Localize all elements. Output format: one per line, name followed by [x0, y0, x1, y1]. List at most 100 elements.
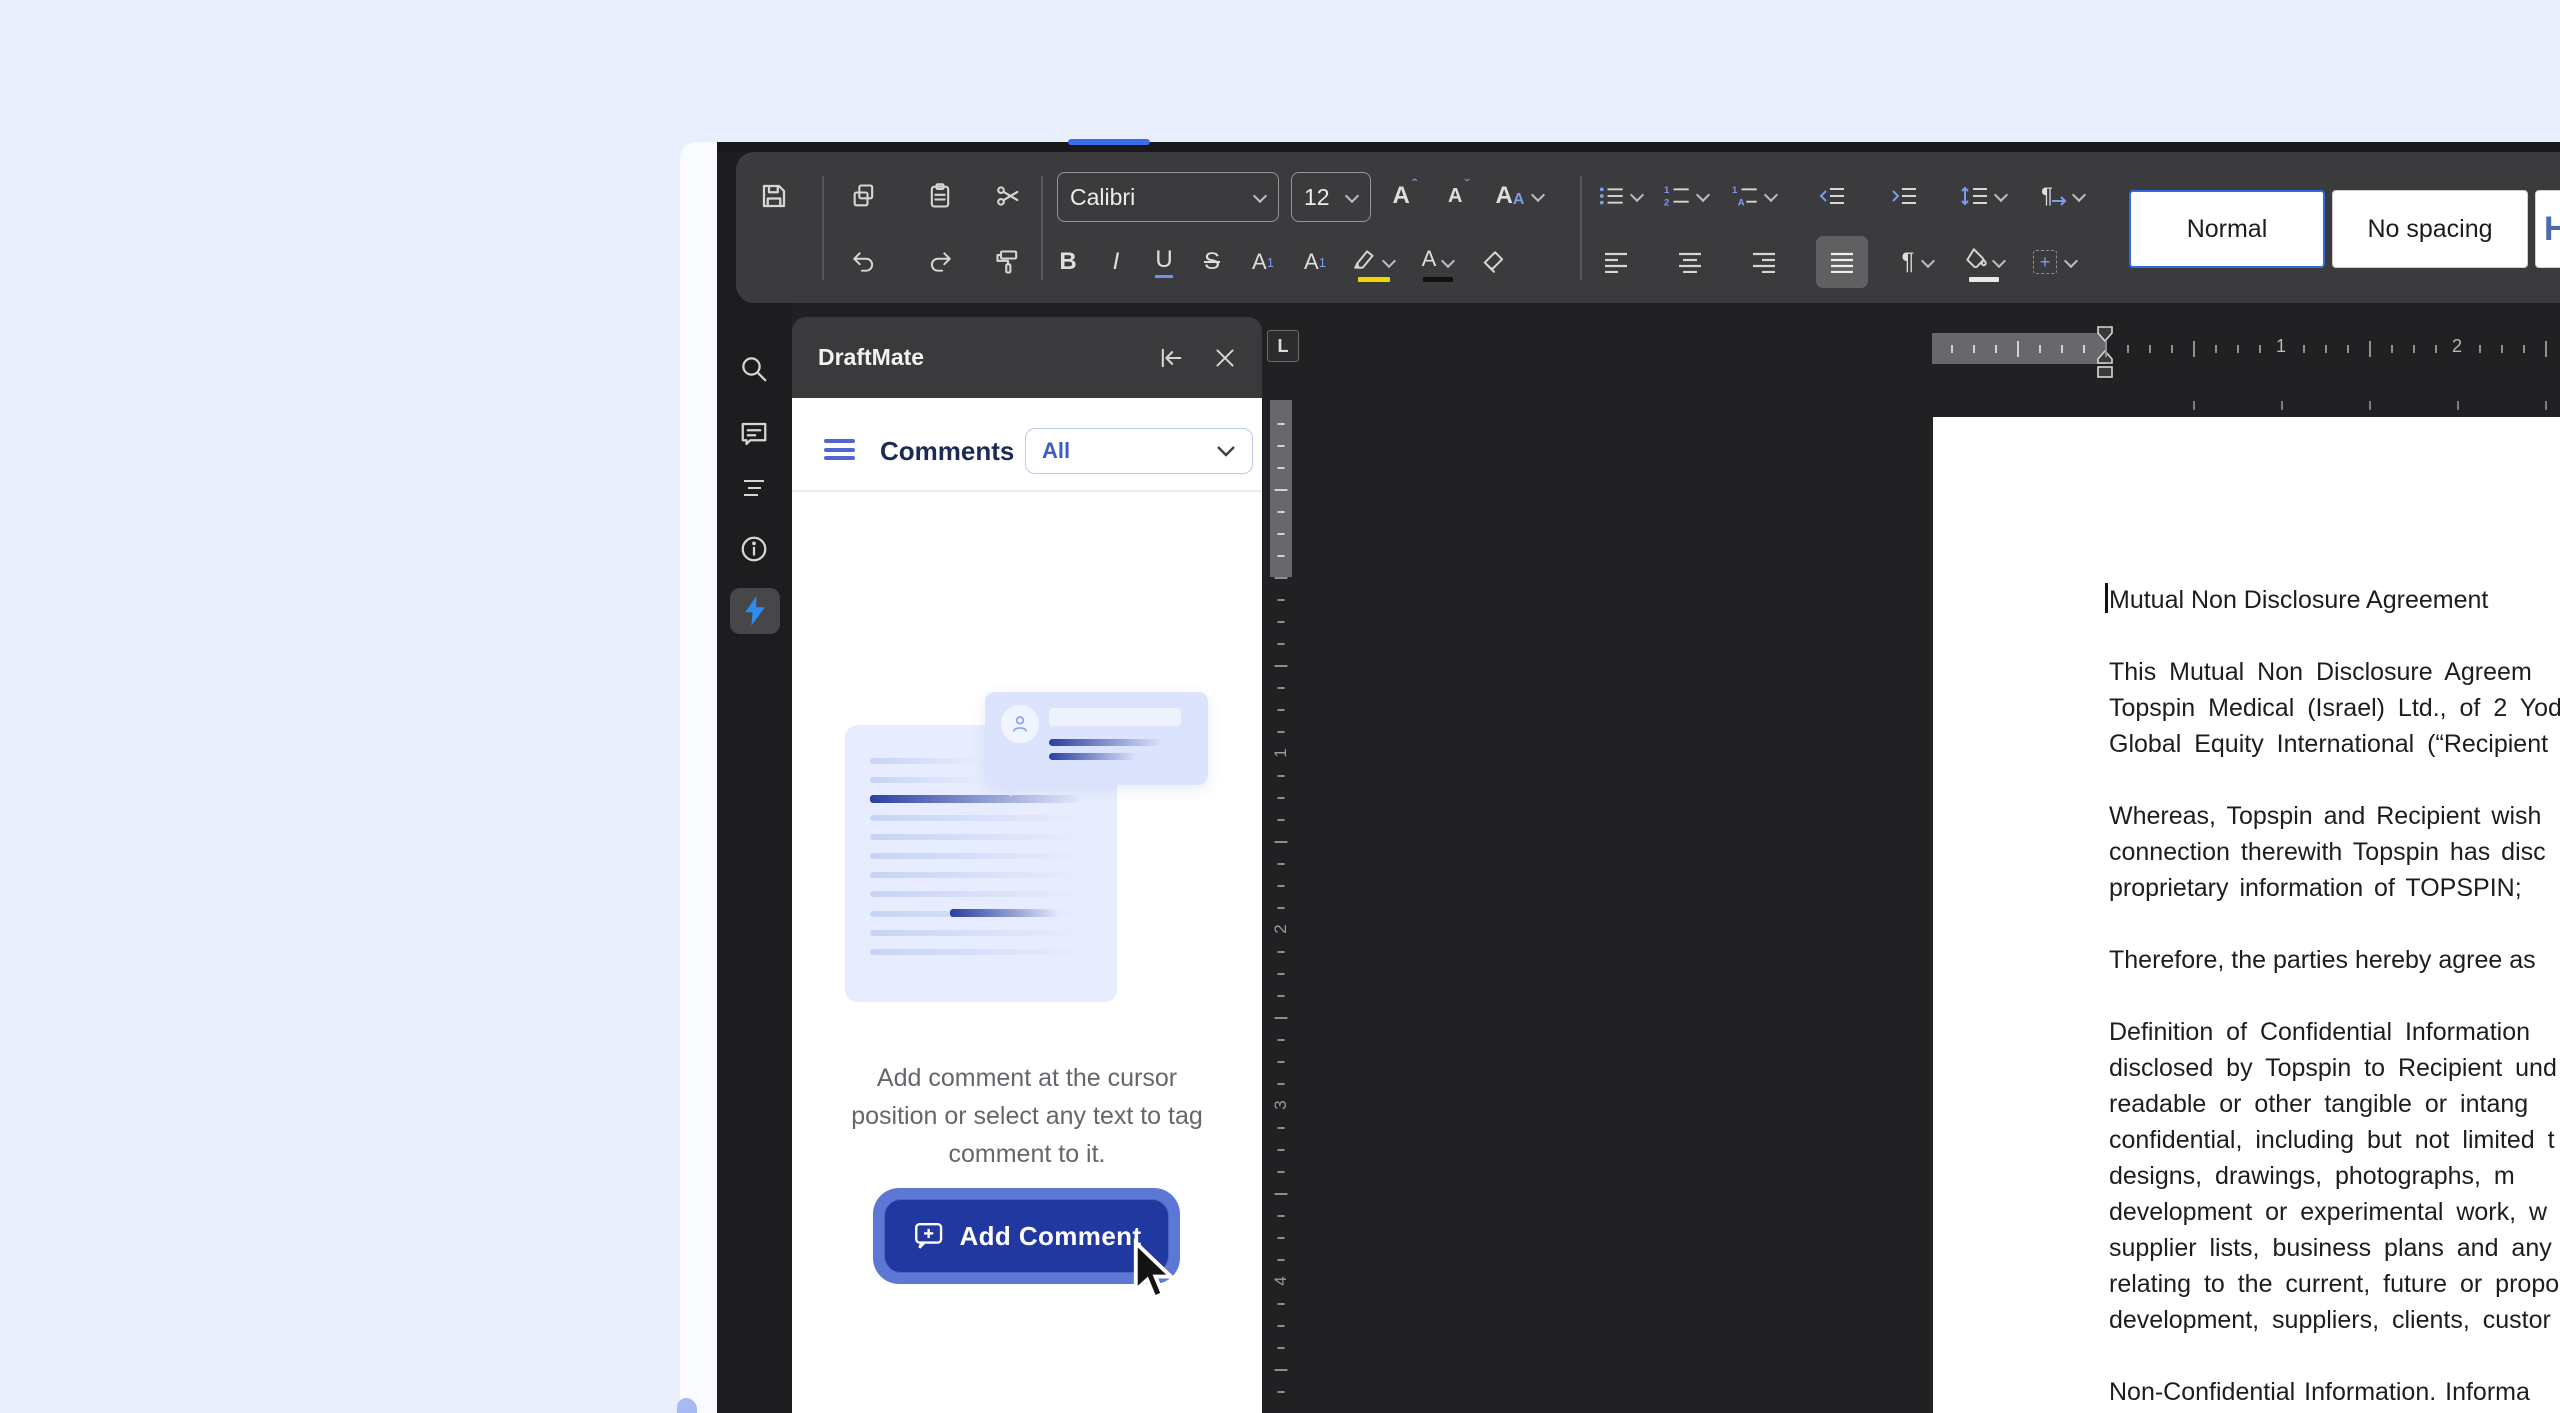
scissors-icon: [994, 182, 1022, 210]
ruler-tick: [2237, 345, 2239, 353]
copy-icon: [850, 182, 878, 210]
style-label: H: [2544, 210, 2560, 249]
panel-header: DraftMate: [792, 317, 1262, 398]
ruler-tick: [1275, 665, 1288, 667]
bullet-list-button[interactable]: [1598, 174, 1642, 218]
document-line: readable or other tangible or intang: [2109, 1086, 2560, 1122]
comments-filter-select[interactable]: All: [1025, 428, 1253, 474]
chevron-down-icon: [1765, 190, 1776, 202]
subscript-button[interactable]: A1: [1292, 240, 1338, 284]
document-line: development or experimental work, w: [2109, 1194, 2560, 1230]
info-tool-button[interactable]: [738, 533, 770, 565]
undo-button[interactable]: [842, 240, 886, 284]
screenshot-root: Calibri 12 Aˆ Aˇ AA 12 1A: [0, 0, 2560, 1413]
italic-button[interactable]: I: [1096, 240, 1136, 284]
numbered-list-button[interactable]: 12: [1664, 174, 1708, 218]
comments-tool-button[interactable]: [738, 418, 770, 450]
caption-line: comment to it.: [792, 1135, 1262, 1173]
ribbon-toolbar: Calibri 12 Aˆ Aˇ AA 12 1A: [736, 152, 2560, 303]
ruler-tick: [2413, 345, 2415, 353]
justify-button[interactable]: [1816, 236, 1868, 288]
superscript-button[interactable]: A1: [1240, 240, 1286, 284]
highlight-color-button[interactable]: [1348, 240, 1400, 284]
chevron-down-icon: [2073, 190, 2085, 202]
paragraph-direction-button[interactable]: ¶: [2032, 174, 2094, 218]
style-heading[interactable]: H: [2535, 190, 2560, 268]
ruler-tick: [1278, 1325, 1285, 1327]
format-painter-icon: [994, 248, 1022, 276]
ruler-tick: [1275, 489, 1288, 491]
strikethrough-button[interactable]: S: [1192, 240, 1232, 284]
decrease-indent-button[interactable]: [1810, 174, 1854, 218]
grow-font-button[interactable]: Aˆ: [1380, 174, 1430, 218]
style-no-spacing[interactable]: No spacing: [2332, 190, 2528, 268]
increase-indent-button[interactable]: [1882, 174, 1926, 218]
document-line: Global Equity International (“Recipient: [2109, 726, 2560, 762]
left-indent-marker: [2098, 367, 2112, 377]
format-painter-button[interactable]: [986, 240, 1030, 284]
ruler-tick: [2061, 345, 2063, 353]
document-line: Therefore, the parties hereby agree as: [2109, 942, 2560, 978]
redo-button[interactable]: [918, 240, 962, 284]
close-panel-button[interactable]: [1208, 341, 1242, 375]
collapse-panel-button[interactable]: [1154, 341, 1188, 375]
change-case-button[interactable]: AA: [1488, 174, 1552, 218]
ruler-tick: [1278, 467, 1285, 469]
document-page[interactable]: Mutual Non Disclosure AgreementThis Mutu…: [1933, 417, 2560, 1413]
ruler-tick: [2083, 345, 2085, 353]
underline-icon: U: [1155, 246, 1172, 278]
superscript-icon: 1: [1267, 255, 1274, 270]
multilevel-list-button[interactable]: 1A: [1732, 174, 1776, 218]
comments-heading: Comments: [880, 436, 1014, 467]
ruler-tick: [2501, 345, 2503, 353]
ruler-tick: [2325, 345, 2327, 353]
horizontal-ruler[interactable]: 12: [1932, 333, 2560, 364]
document-text[interactable]: Mutual Non Disclosure AgreementThis Mutu…: [2109, 582, 2560, 1413]
ruler-tick: [2303, 345, 2305, 353]
tab-stop-selector[interactable]: L: [1267, 330, 1299, 362]
svg-text:1: 1: [1732, 185, 1738, 196]
chevron-down-icon: [1697, 190, 1708, 202]
bold-button[interactable]: B: [1048, 240, 1088, 284]
mouse-cursor: [1122, 1238, 1186, 1306]
empty-state-caption: Add comment at the cursor position or se…: [792, 1059, 1262, 1173]
outline-tool-button[interactable]: [738, 473, 770, 505]
show-paragraph-marks-button[interactable]: ¶: [1888, 240, 1948, 284]
first-line-indent-marker: [2098, 327, 2112, 341]
font-color-button[interactable]: A: [1412, 240, 1464, 284]
ruler-tick: [1278, 1149, 1285, 1151]
borders-button[interactable]: +: [2024, 240, 2086, 284]
ruler-tick: [1278, 907, 1285, 909]
vertical-ruler[interactable]: 1234: [1270, 400, 1292, 1413]
chevron-down-icon: [1631, 190, 1642, 202]
style-normal[interactable]: Normal: [2129, 190, 2325, 268]
align-right-button[interactable]: [1742, 240, 1786, 284]
bold-icon: B: [1059, 248, 1076, 276]
eraser-icon: [1481, 249, 1507, 275]
shading-button[interactable]: [1954, 240, 2014, 284]
align-left-button[interactable]: [1594, 240, 1638, 284]
align-center-button[interactable]: [1668, 240, 1712, 284]
save-button[interactable]: [752, 174, 796, 218]
info-icon: [739, 534, 769, 564]
font-name-select[interactable]: Calibri: [1057, 172, 1279, 222]
paste-button[interactable]: [918, 174, 962, 218]
add-comment-label: Add Comment: [959, 1221, 1141, 1252]
draftmate-tool-button[interactable]: [730, 588, 780, 634]
cut-button[interactable]: [986, 174, 1030, 218]
document-paragraph: Whereas, Topspin and Recipient wishconne…: [2109, 798, 2560, 906]
clear-formatting-button[interactable]: [1472, 240, 1516, 284]
avatar: [1001, 705, 1039, 743]
line-spacing-button[interactable]: [1954, 174, 2014, 218]
style-label: Normal: [2187, 215, 2268, 244]
ruler-tick: [1278, 797, 1285, 799]
comments-menu-button[interactable]: [824, 439, 855, 460]
undo-icon: [850, 249, 878, 275]
copy-button[interactable]: [842, 174, 886, 218]
shrink-font-button[interactable]: Aˇ: [1434, 174, 1484, 218]
ruler-tick: [1951, 345, 1953, 353]
underline-button[interactable]: U: [1144, 240, 1184, 284]
font-size-select[interactable]: 12: [1291, 172, 1371, 222]
search-tool-button[interactable]: [738, 353, 770, 385]
collapse-to-left-icon: [1157, 344, 1185, 372]
